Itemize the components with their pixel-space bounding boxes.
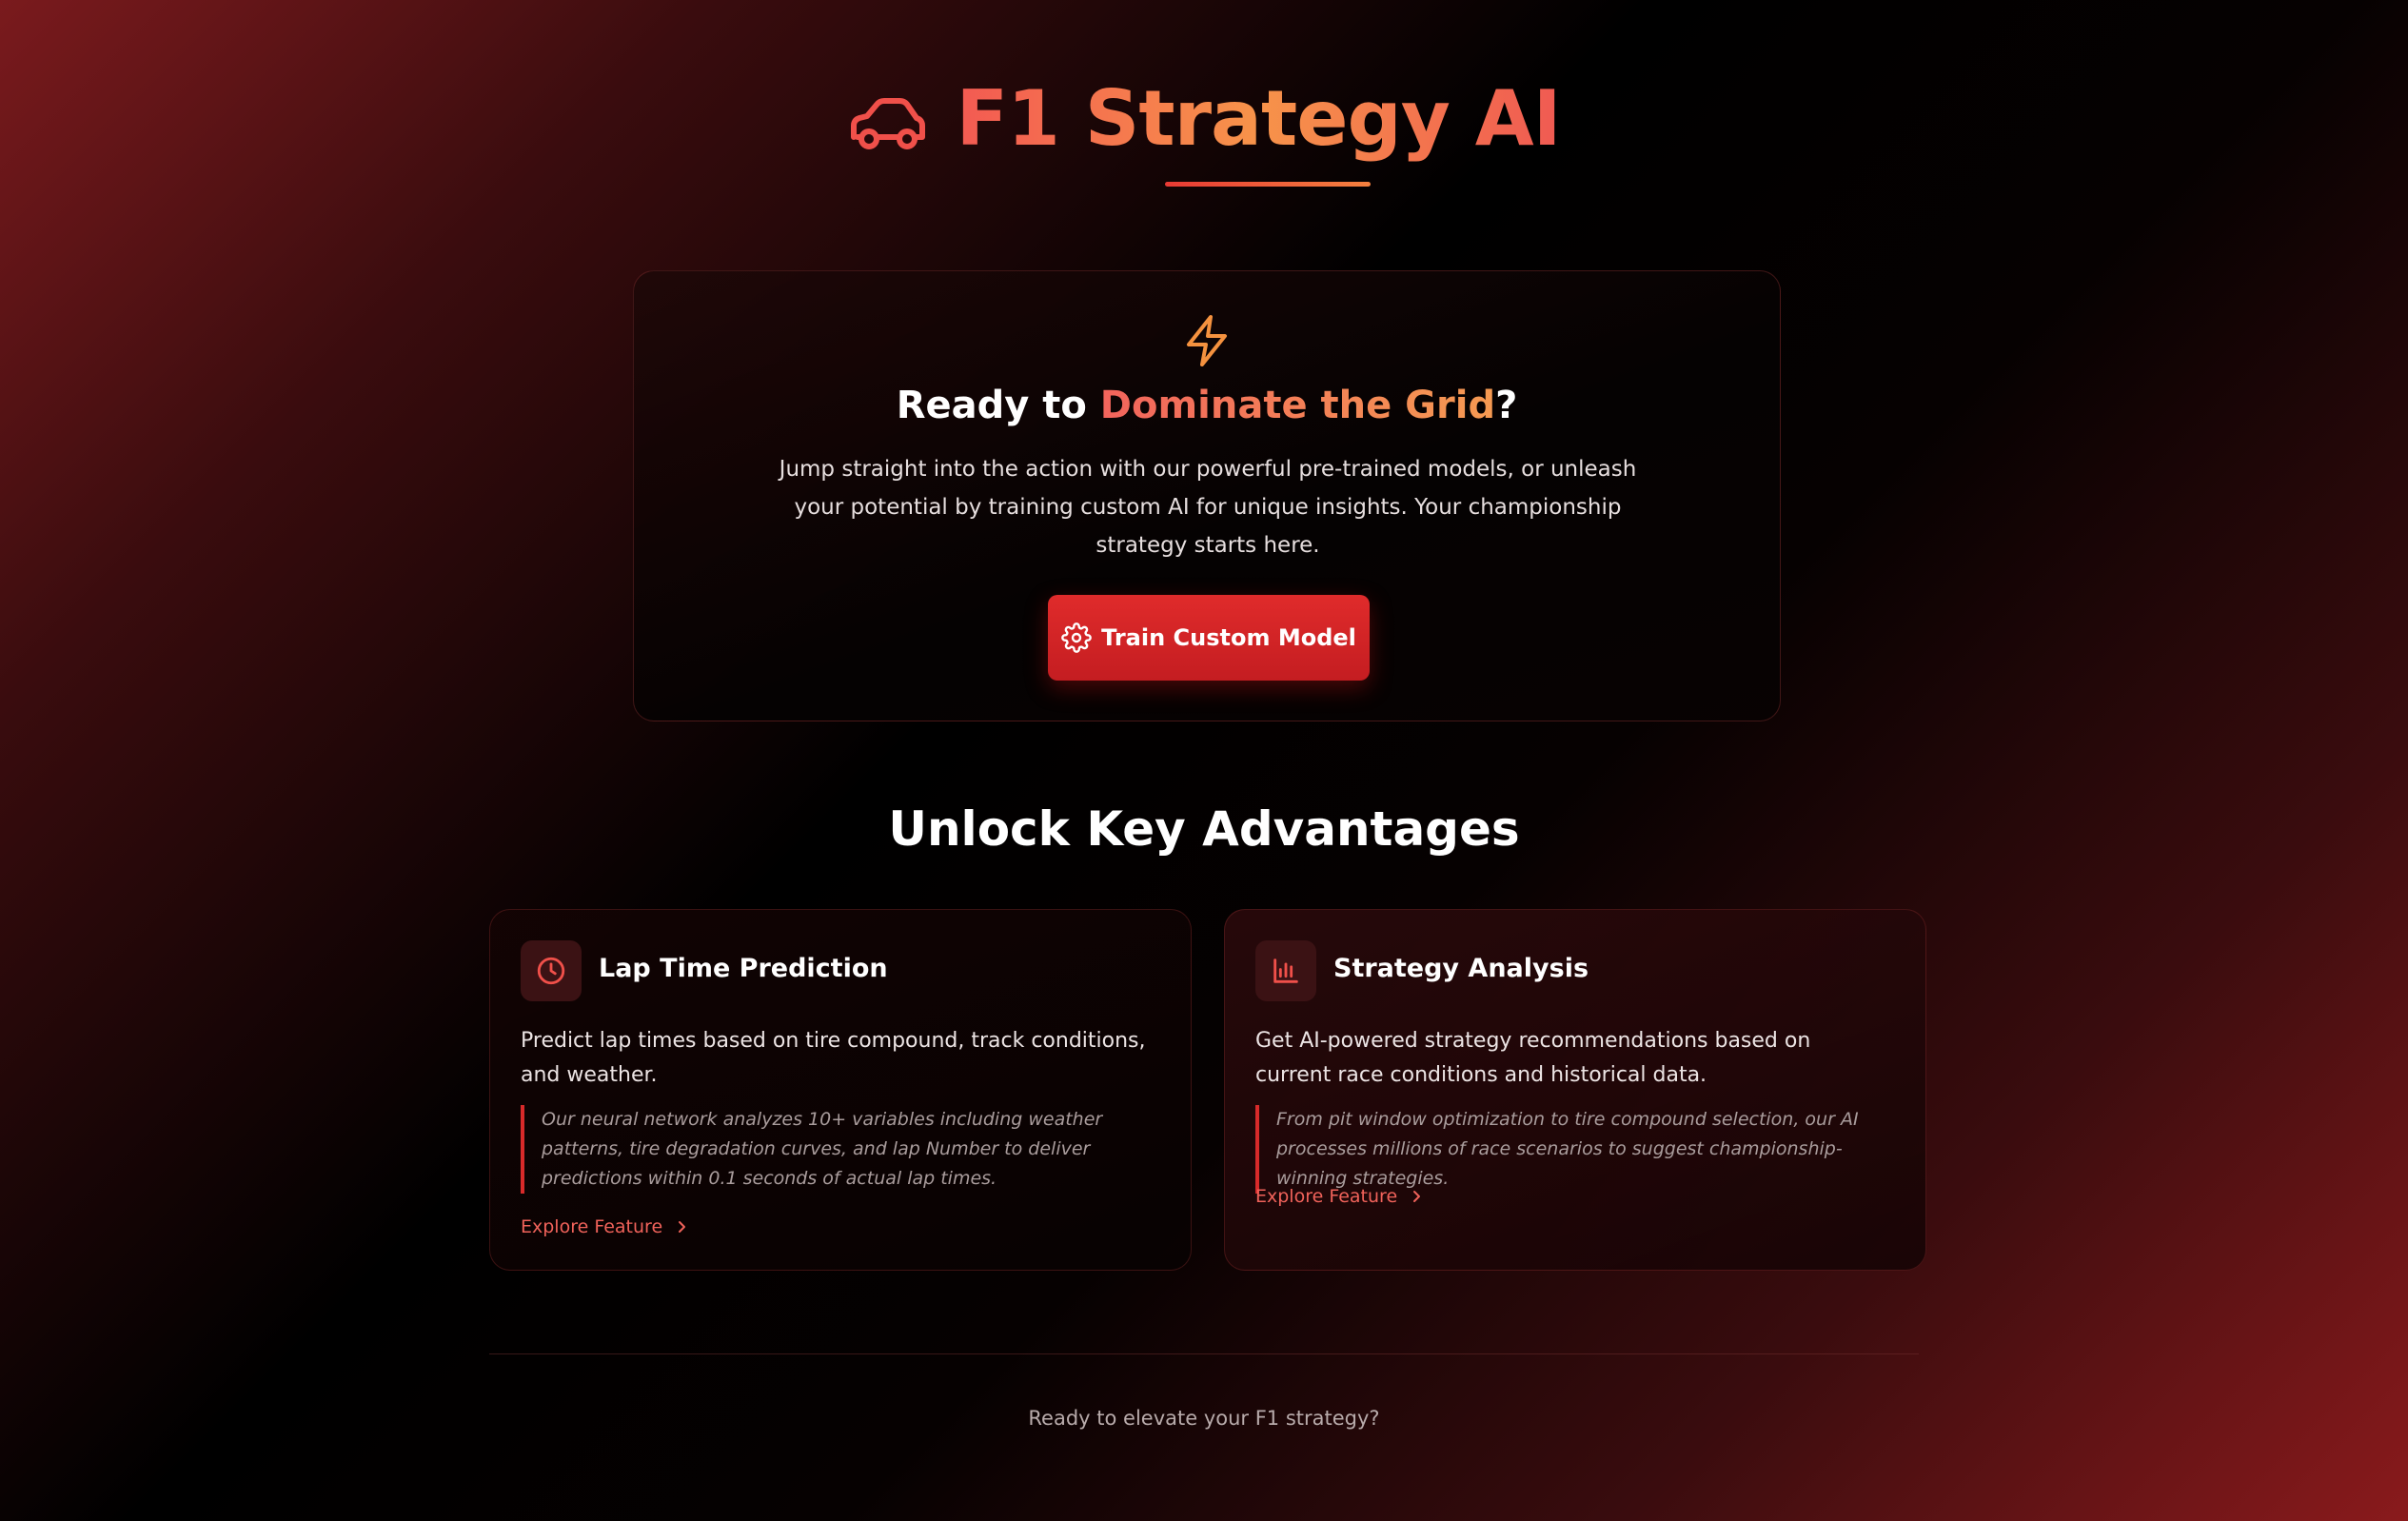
feature-description: Get AI-powered strategy recommendations … [1255,1029,1811,1087]
footer-text: Ready to elevate your F1 strategy? [1028,1407,1380,1430]
feature-title: Lap Time Prediction [599,954,888,983]
feature-icon-box [521,940,582,1001]
gear-icon [1061,622,1092,653]
explore-feature-label: Explore Feature [1255,1186,1398,1207]
hero-card: Ready to Dominate the Grid? Jump straigh… [633,270,1781,721]
page-header: F1 Strategy AI [0,74,2408,163]
advantages-title: Unlock Key Advantages [888,801,1520,857]
hero-body: Jump straight into the action with our p… [779,457,1637,558]
clock-icon [537,957,565,985]
page: F1 Strategy AI Ready to Dominate the Gri… [0,0,2408,1521]
feature-icon-box [1255,940,1316,1001]
explore-feature-label: Explore Feature [521,1216,663,1237]
title-underline [1165,182,1371,187]
feature-card-lap-time: Lap Time Prediction Predict lap times ba… [489,909,1192,1271]
feature-detail: Our neural network analyzes 10+ variable… [521,1105,1149,1194]
chevron-right-icon [679,1221,686,1233]
feature-card-strategy: Strategy Analysis Get AI-powered strateg… [1224,909,1926,1271]
hero-heading-prefix: Ready to [896,384,1100,427]
train-custom-model-label: Train Custom Model [1101,624,1356,651]
feature-detail: From pit window optimization to tire com… [1255,1105,1884,1194]
hero-heading-accent: Dominate the Grid [1099,384,1496,427]
lightning-bolt-icon [1187,315,1227,366]
hero-heading: Ready to Dominate the Grid? [634,384,1780,427]
hero-heading-suffix: ? [1495,384,1518,427]
car-icon [850,97,925,149]
explore-feature-link[interactable]: Explore Feature [521,1216,689,1237]
page-title: F1 Strategy AI [956,74,1562,163]
bar-chart-icon [1273,958,1298,983]
chevron-right-icon [1413,1191,1421,1202]
train-custom-model-button[interactable]: Train Custom Model [1048,595,1370,681]
footer-divider [489,1353,1919,1354]
feature-title: Strategy Analysis [1333,954,1589,983]
feature-description: Predict lap times based on tire compound… [521,1029,1146,1087]
explore-feature-link[interactable]: Explore Feature [1255,1186,1424,1207]
